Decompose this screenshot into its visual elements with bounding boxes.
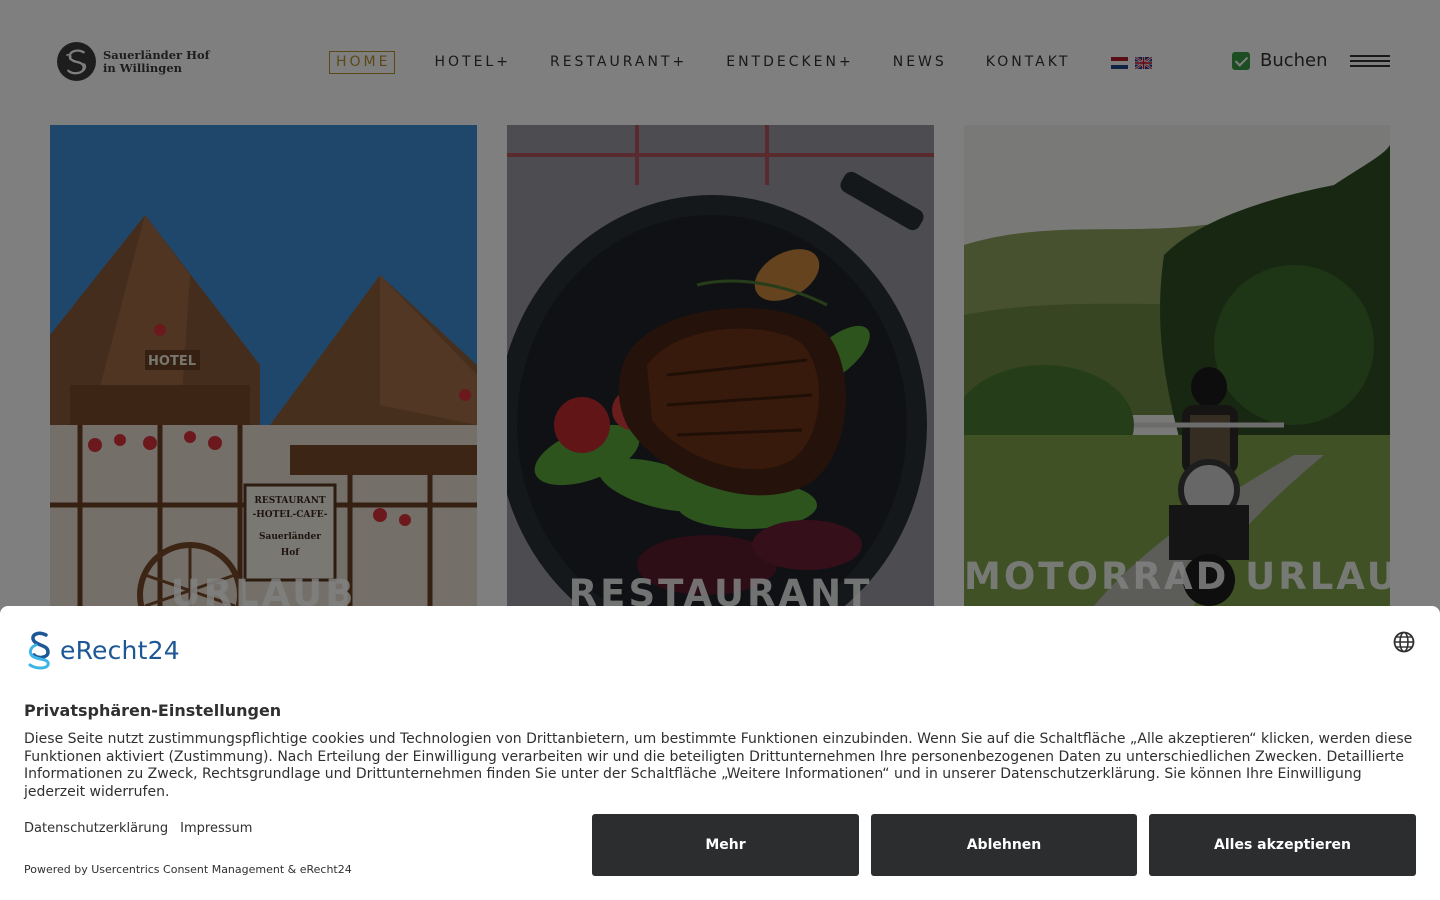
- privacy-policy-link[interactable]: Datenschutzerklärung: [24, 821, 168, 836]
- paragraph-logo-icon: [28, 631, 50, 670]
- erecht24-logo: eRecht24: [24, 630, 180, 670]
- consent-description: Diese Seite nutzt zustimmungspflichtige …: [24, 731, 1413, 801]
- imprint-link[interactable]: Impressum: [180, 821, 252, 836]
- brand-name: eRecht24: [60, 635, 180, 665]
- consent-title: Privatsphären-Einstellungen: [24, 701, 282, 720]
- accept-all-button[interactable]: Alles akzeptieren: [1149, 814, 1416, 876]
- more-button[interactable]: Mehr: [592, 814, 859, 876]
- decline-button[interactable]: Ablehnen: [871, 814, 1137, 876]
- consent-links: Datenschutzerklärung Impressum: [24, 821, 252, 836]
- globe-icon[interactable]: [1393, 631, 1415, 653]
- powered-by-text: Powered by Usercentrics Consent Manageme…: [24, 863, 352, 876]
